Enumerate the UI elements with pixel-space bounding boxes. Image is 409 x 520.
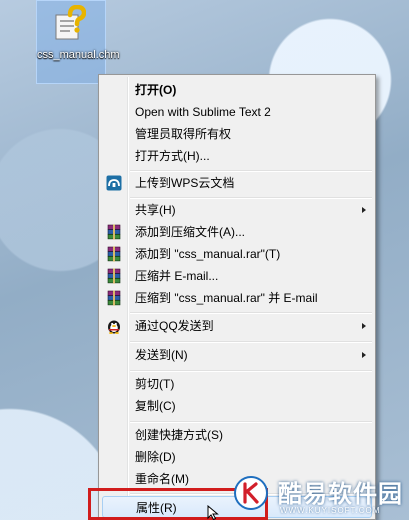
menu-item-open-with[interactable]: 打开方式(H)... xyxy=(102,145,372,167)
menu-item-send-via-qq[interactable]: 通过QQ发送到 xyxy=(102,315,372,337)
menu-item-label: 剪切(T) xyxy=(135,377,175,391)
menu-item-label: 压缩到 "css_manual.rar" 并 E-mail xyxy=(135,291,318,305)
menu-item-label: 删除(D) xyxy=(135,450,176,464)
menu-item-delete[interactable]: 删除(D) xyxy=(102,446,372,468)
menu-item-label: 管理员取得所有权 xyxy=(135,127,232,141)
menu-item-label: 共享(H) xyxy=(135,203,176,217)
menu-separator xyxy=(130,370,372,372)
menu-item-label: 创建快捷方式(S) xyxy=(135,428,223,442)
mouse-cursor-icon xyxy=(207,505,219,520)
kuyi-logo-icon xyxy=(234,476,268,510)
watermark-site: WWW.KUYISOFT.COM xyxy=(280,506,381,515)
menu-item-copy[interactable]: 复制(C) xyxy=(102,395,372,417)
submenu-arrow-icon xyxy=(362,207,366,213)
menu-item-label: 打开(O) xyxy=(135,83,177,97)
menu-item-label: 通过QQ发送到 xyxy=(135,319,214,333)
wps-cloud-icon xyxy=(106,175,122,191)
watermark: 酷易软件园 WWW.KUYISOFT.COM xyxy=(228,470,409,520)
winrar-books-icon xyxy=(107,290,121,306)
menu-item-upload-wps[interactable]: 上传到WPS云文档 xyxy=(102,172,372,194)
menu-item-send-to[interactable]: 发送到(N) xyxy=(102,344,372,366)
menu-item-label: 发送到(N) xyxy=(135,348,188,362)
qq-penguin-icon xyxy=(108,320,120,334)
winrar-books-icon xyxy=(107,224,121,240)
submenu-arrow-icon xyxy=(362,323,366,329)
watermark-brand: 酷易软件园 xyxy=(278,481,403,508)
menu-separator xyxy=(130,341,372,343)
chm-help-file-icon xyxy=(55,5,86,40)
menu-item-compress-rar-email[interactable]: 压缩到 "css_manual.rar" 并 E-mail xyxy=(102,287,372,309)
winrar-books-icon xyxy=(107,268,121,284)
menu-item-open-with-sublime[interactable]: Open with Sublime Text 2 xyxy=(102,101,372,123)
menu-item-label: 上传到WPS云文档 xyxy=(135,176,235,190)
menu-item-open[interactable]: 打开(O) xyxy=(102,79,372,101)
menu-item-label: 打开方式(H)... xyxy=(135,149,210,163)
submenu-arrow-icon xyxy=(362,352,366,358)
menu-item-label: 重命名(M) xyxy=(135,472,189,486)
menu-item-add-to-rar[interactable]: 添加到 "css_manual.rar"(T) xyxy=(102,243,372,265)
menu-item-label: 压缩并 E-mail... xyxy=(135,269,219,283)
menu-item-label: 复制(C) xyxy=(135,399,176,413)
menu-item-take-ownership[interactable]: 管理员取得所有权 xyxy=(102,123,372,145)
menu-item-label: 添加到 "css_manual.rar"(T) xyxy=(135,247,281,261)
file-name-label: css_manual.chm xyxy=(37,49,120,61)
winrar-books-icon xyxy=(107,246,121,262)
desktop-file-icon[interactable]: css_manual.chm xyxy=(36,0,120,84)
menu-item-compress-email[interactable]: 压缩并 E-mail... xyxy=(102,265,372,287)
menu-separator xyxy=(130,312,372,314)
menu-item-create-shortcut[interactable]: 创建快捷方式(S) xyxy=(102,424,372,446)
menu-item-label: 添加到压缩文件(A)... xyxy=(135,225,245,239)
menu-item-cut[interactable]: 剪切(T) xyxy=(102,373,372,395)
menu-separator xyxy=(130,421,372,423)
menu-item-add-to-archive[interactable]: 添加到压缩文件(A)... xyxy=(102,221,372,243)
menu-item-share[interactable]: 共享(H) xyxy=(102,199,372,221)
context-menu: 打开(O) Open with Sublime Text 2 管理员取得所有权 … xyxy=(98,74,376,520)
menu-item-label: Open with Sublime Text 2 xyxy=(135,105,271,119)
